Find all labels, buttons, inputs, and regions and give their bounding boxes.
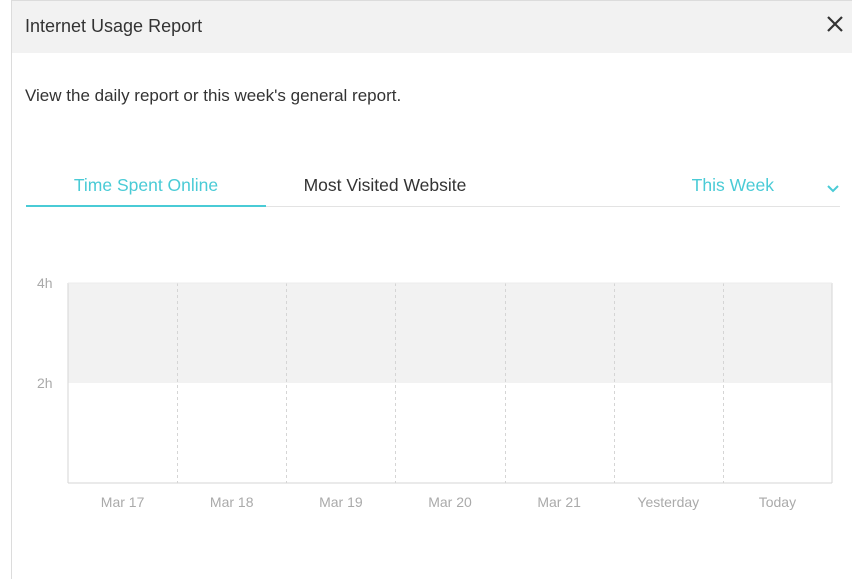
dialog-title: Internet Usage Report <box>25 16 203 36</box>
chevron-down-icon <box>826 181 840 193</box>
usage-report-dialog: Internet Usage Report View the daily rep… <box>11 0 852 579</box>
close-icon[interactable] <box>822 11 848 37</box>
report-tabs: Time Spent Online Most Visited Website T… <box>26 167 840 207</box>
tab-most-visited-website[interactable]: Most Visited Website <box>266 167 504 205</box>
dialog-titlebar: Internet Usage Report <box>12 1 852 53</box>
tab-time-spent-online[interactable]: Time Spent Online <box>26 167 266 207</box>
dialog-description: View the daily report or this week's gen… <box>25 86 402 105</box>
period-selected-value: This Week <box>691 175 774 195</box>
period-select[interactable]: This Week <box>640 167 840 205</box>
